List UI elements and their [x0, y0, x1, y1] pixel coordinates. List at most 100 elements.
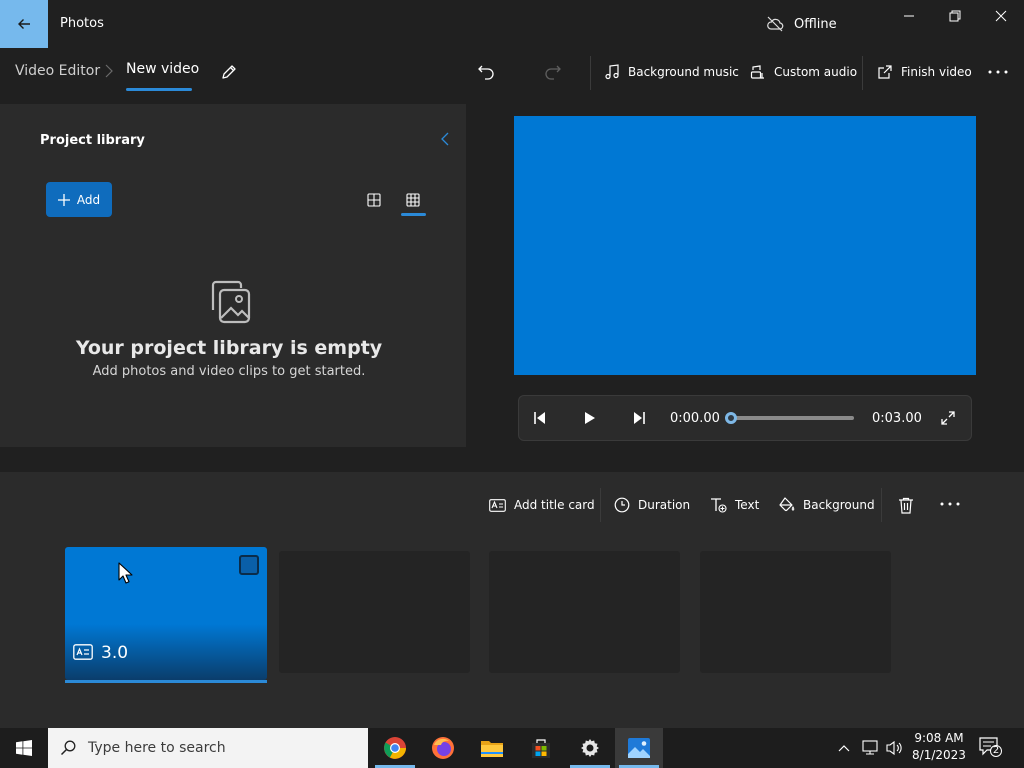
taskbar-microsoft-store[interactable] [517, 728, 565, 768]
share-export-icon [878, 65, 892, 79]
taskbar-search-box[interactable]: Type here to search [48, 728, 368, 768]
start-button[interactable] [0, 728, 48, 768]
play-button[interactable] [580, 408, 600, 428]
previous-frame-button[interactable] [531, 408, 551, 428]
card-select-checkbox[interactable] [239, 555, 259, 575]
card-duration: 3.0 [101, 643, 129, 663]
taskbar-settings[interactable] [566, 728, 614, 768]
redo-icon [545, 65, 561, 80]
add-media-button[interactable]: Add [46, 182, 112, 217]
notification-count: 2 [992, 745, 1000, 756]
project-name-underline [126, 88, 192, 91]
large-thumbnails-view-button[interactable] [364, 190, 384, 210]
breadcrumb-video-editor[interactable]: Video Editor [15, 63, 100, 79]
photos-library-icon [205, 280, 253, 326]
background-label: Background [803, 498, 875, 512]
video-preview [514, 116, 976, 375]
background-button[interactable]: Background [778, 494, 875, 516]
seek-bar[interactable] [731, 416, 854, 420]
cloud-offline-icon [767, 16, 784, 32]
finish-video-label: Finish video [901, 65, 972, 79]
taskbar-firefox[interactable] [419, 728, 467, 768]
add-title-card-button[interactable]: Add title card [489, 494, 595, 516]
volume-button[interactable] [885, 739, 905, 757]
search-icon [60, 740, 76, 756]
back-button[interactable] [0, 0, 48, 48]
empty-storyboard-slot[interactable] [700, 551, 891, 673]
duration-button[interactable]: Duration [614, 494, 690, 516]
grid-large-icon [367, 193, 381, 207]
gear-icon [581, 739, 599, 757]
text-label: Text [735, 498, 760, 512]
small-thumbnails-view-button[interactable] [403, 190, 423, 210]
seek-thumb[interactable] [725, 412, 737, 424]
title-card-icon [73, 644, 93, 660]
add-title-card-label: Add title card [514, 498, 595, 512]
grid-small-icon [406, 193, 420, 207]
current-time: 0:00.00 [670, 411, 720, 426]
toolbar-divider [862, 56, 863, 90]
chrome-icon [384, 737, 406, 759]
title-card-icon [489, 498, 506, 512]
plus-icon [57, 193, 70, 206]
project-library-panel [0, 104, 466, 447]
empty-storyboard-slot[interactable] [489, 551, 680, 673]
close-icon [995, 10, 1007, 22]
play-icon [585, 412, 595, 424]
speaker-icon [886, 740, 902, 756]
duration-label: Duration [638, 498, 691, 512]
background-music-label: Background music [628, 65, 739, 79]
redo-button[interactable] [541, 60, 565, 84]
windows-logo-icon [16, 740, 32, 756]
minimize-button[interactable] [886, 0, 932, 32]
background-music-button[interactable]: Background music [604, 61, 739, 83]
music-note-icon [605, 64, 619, 80]
ellipsis-icon [940, 502, 960, 506]
collapse-library-button[interactable] [440, 132, 450, 146]
taskbar-chrome[interactable] [371, 728, 419, 768]
empty-storyboard-slot[interactable] [279, 551, 470, 673]
folder-icon [481, 741, 503, 757]
add-text-icon [711, 498, 727, 513]
rename-button[interactable] [218, 61, 240, 83]
toolbar-divider [590, 56, 591, 90]
delete-button[interactable] [895, 494, 917, 516]
photos-app-icon [628, 738, 650, 758]
empty-library-title: Your project library is empty [75, 337, 383, 359]
chevron-up-icon [838, 745, 850, 752]
network-button[interactable] [861, 739, 881, 757]
finish-video-button[interactable]: Finish video [877, 61, 972, 83]
offline-label: Offline [794, 16, 837, 32]
back-arrow-icon [18, 19, 30, 29]
custom-audio-button[interactable]: Custom audio [750, 61, 857, 83]
clock-date[interactable]: 8/1/2023 [906, 748, 972, 762]
undo-button[interactable] [474, 60, 498, 84]
active-view-indicator [401, 213, 426, 216]
close-button[interactable] [978, 0, 1024, 32]
next-frame-button[interactable] [628, 408, 648, 428]
fullscreen-button[interactable] [938, 408, 958, 428]
step-back-icon [534, 412, 545, 424]
ellipsis-icon [988, 70, 1008, 74]
storyboard-more-button[interactable] [938, 494, 962, 514]
text-button[interactable]: Text [710, 494, 759, 516]
show-hidden-icons-button[interactable] [836, 740, 852, 756]
empty-library-subtitle: Add photos and video clips to get starte… [92, 364, 366, 379]
minimize-icon [904, 15, 914, 17]
chevron-left-icon [441, 132, 449, 146]
offline-status[interactable]: Offline [766, 14, 837, 34]
pencil-icon [222, 65, 236, 79]
mouse-pointer-icon [118, 562, 134, 584]
custom-audio-label: Custom audio [774, 65, 858, 79]
notification-center-button[interactable]: 2 [978, 736, 1008, 762]
store-icon [532, 739, 550, 758]
restore-button[interactable] [932, 0, 978, 32]
clock-time[interactable]: 9:08 AM [906, 731, 972, 745]
storyboard-divider [600, 488, 601, 522]
taskbar-file-explorer[interactable] [468, 728, 516, 768]
more-options-button[interactable] [986, 62, 1010, 82]
storyboard-card[interactable] [65, 547, 267, 680]
trash-icon [899, 497, 913, 514]
selected-card-indicator [65, 680, 267, 683]
taskbar-photos[interactable] [615, 728, 663, 768]
